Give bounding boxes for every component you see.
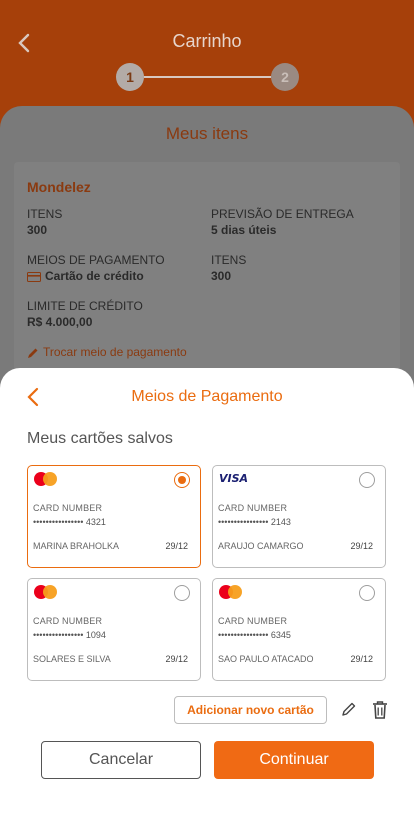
- card-expiry: 29/12: [165, 654, 188, 664]
- stepper-line: [144, 76, 271, 78]
- card-expiry: 29/12: [350, 654, 373, 664]
- mastercard-icon: [34, 472, 58, 486]
- items2-value: 300: [211, 269, 232, 283]
- trash-icon: [373, 701, 387, 719]
- saved-card[interactable]: VISA CARD NUMBER •••••••••••••••• 2143 A…: [212, 465, 386, 568]
- payment-methods-modal: Meios de Pagamento Meus cartões salvos C…: [0, 368, 414, 818]
- card-expiry: 29/12: [350, 541, 373, 551]
- card-holder: SOLARES E SILVA: [33, 654, 111, 664]
- step-1: 1: [116, 63, 144, 91]
- credit-limit-value: R$ 4.000,00: [27, 315, 93, 329]
- card-number: •••••••••••••••• 6345: [218, 630, 291, 640]
- delivery-label: PREVISÃO DE ENTREGA: [211, 207, 354, 221]
- checkout-stepper: 1 2: [116, 63, 299, 91]
- saved-card[interactable]: CARD NUMBER •••••••••••••••• 4321 MARINA…: [27, 465, 201, 568]
- card-holder: SAO PAULO ATACADO: [218, 654, 314, 664]
- card-radio[interactable]: [174, 472, 190, 488]
- supplier-name: Mondelez: [27, 179, 91, 195]
- visa-logo: VISA: [219, 472, 249, 485]
- edit-card-button[interactable]: [341, 700, 359, 720]
- items-value: 300: [27, 223, 48, 237]
- card-radio[interactable]: [359, 472, 375, 488]
- card-number-label: CARD NUMBER: [33, 616, 103, 626]
- items-sheet-title: Meus itens: [165, 124, 249, 143]
- payment-label: MEIOS DE PAGAMENTO: [27, 253, 165, 267]
- items-label: ITENS: [27, 207, 63, 221]
- pencil-icon: [28, 348, 38, 358]
- saved-card[interactable]: CARD NUMBER •••••••••••••••• 6345 SAO PA…: [212, 578, 386, 681]
- card-number-label: CARD NUMBER: [218, 616, 288, 626]
- saved-cards-title: Meus cartões salvos: [27, 430, 173, 447]
- pencil-icon: [342, 702, 356, 716]
- card-radio[interactable]: [174, 585, 190, 601]
- card-holder: ARAUJO CAMARGO: [218, 541, 304, 551]
- card-number-label: CARD NUMBER: [33, 503, 103, 513]
- card-number: •••••••••••••••• 1094: [33, 630, 106, 640]
- delete-card-button[interactable]: [371, 700, 389, 720]
- saved-card[interactable]: CARD NUMBER •••••••••••••••• 1094 SOLARE…: [27, 578, 201, 681]
- page-title: Carrinho: [172, 31, 242, 51]
- items2-label: ITENS: [211, 253, 247, 267]
- step-2: 2: [271, 63, 299, 91]
- payment-value: Cartão de crédito: [45, 269, 144, 283]
- change-payment-label: Trocar meio de pagamento: [43, 345, 187, 359]
- cancel-button[interactable]: Cancelar: [41, 741, 201, 779]
- change-payment-link[interactable]: Trocar meio de pagamento: [27, 345, 187, 359]
- credit-limit-label: LIMITE DE CRÉDITO: [27, 299, 143, 313]
- continue-button[interactable]: Continuar: [214, 741, 374, 779]
- card-number-label: CARD NUMBER: [218, 503, 288, 513]
- card-radio[interactable]: [359, 585, 375, 601]
- card-holder: MARINA BRAHOLKA: [33, 541, 120, 551]
- card-number: •••••••••••••••• 2143: [218, 517, 291, 527]
- mastercard-icon: [219, 585, 243, 599]
- delivery-value: 5 dias úteis: [211, 223, 277, 237]
- card-expiry: 29/12: [165, 541, 188, 551]
- credit-card-icon: [27, 271, 41, 282]
- mastercard-icon: [34, 585, 58, 599]
- add-card-button[interactable]: Adicionar novo cartão: [174, 696, 327, 724]
- modal-title: Meios de Pagamento: [131, 388, 283, 405]
- card-number: •••••••••••••••• 4321: [33, 517, 106, 527]
- payment-value-row: Cartão de crédito: [27, 269, 144, 283]
